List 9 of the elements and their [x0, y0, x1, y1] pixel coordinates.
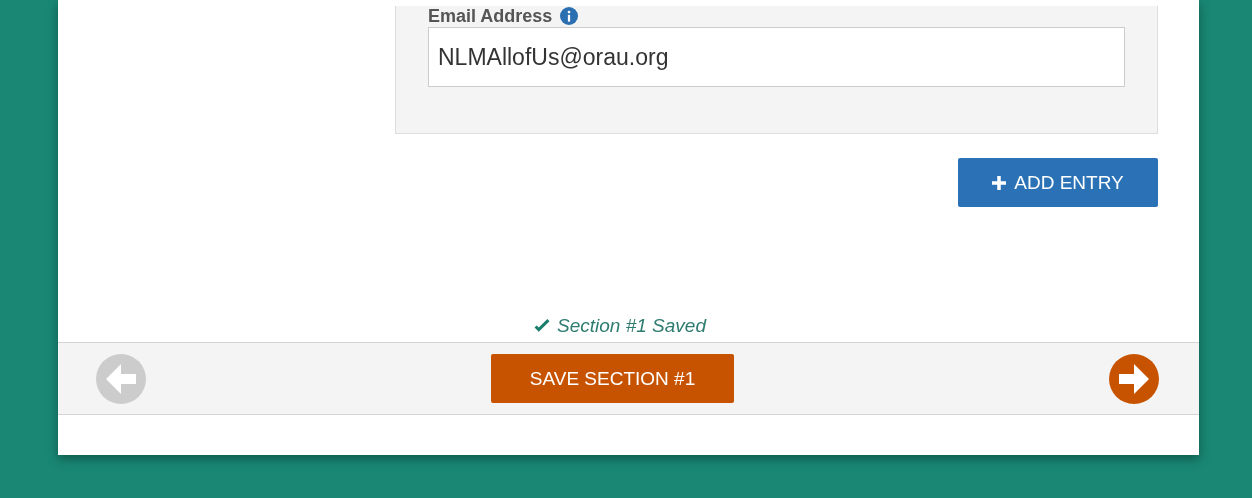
next-button[interactable] [1109, 353, 1159, 404]
email-field[interactable]: NLMAllofUs@orau.org [428, 27, 1125, 87]
save-section-button[interactable]: SAVE SECTION #1 [491, 354, 734, 403]
save-status: Section #1 Saved [557, 315, 706, 337]
field-label: Email Address [428, 5, 553, 27]
add-entry-button[interactable]: ADD ENTRY [958, 158, 1158, 207]
check-icon [533, 318, 551, 334]
info-icon[interactable] [560, 7, 579, 25]
plus-icon [992, 175, 1007, 190]
